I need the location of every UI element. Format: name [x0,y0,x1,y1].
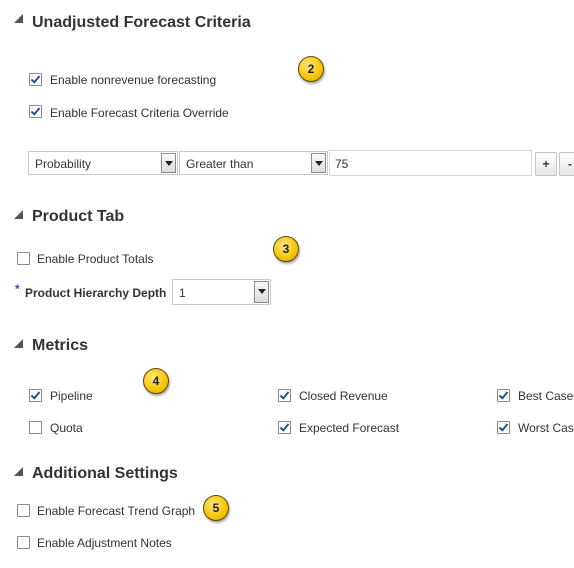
callout-badge-2: 2 [298,56,324,82]
chevron-down-icon[interactable] [161,153,176,173]
collapse-triangle-icon[interactable] [14,210,23,219]
metric-expected-forecast-checkbox[interactable] [278,421,291,434]
section-title-additional-settings: Additional Settings [32,465,178,482]
metric-worst-case-checkbox[interactable] [497,421,510,434]
enable-nonrevenue-checkbox[interactable] [29,73,42,86]
enable-adjustment-notes-checkbox[interactable] [17,536,30,549]
enable-override-checkbox[interactable] [29,105,42,118]
chevron-down-icon[interactable] [311,153,326,173]
criteria-operator-value: Greater than [186,157,254,171]
metric-pipeline-label: Pipeline [50,389,93,403]
hierarchy-depth-label: Product Hierarchy Depth [25,286,167,300]
collapse-triangle-icon[interactable] [14,339,23,348]
hierarchy-depth-value: 1 [179,286,186,300]
metric-best-case-checkbox[interactable] [497,389,510,402]
callout-badge-3: 3 [273,236,299,262]
criteria-value-text: 75 [335,157,349,171]
metric-best-case-label: Best Case [518,389,574,403]
remove-criteria-button[interactable]: - [559,152,574,176]
collapse-triangle-icon[interactable] [14,467,23,476]
metric-expected-forecast-label: Expected Forecast [299,421,400,435]
metric-closed-revenue-checkbox[interactable] [278,389,291,402]
enable-product-totals-checkbox[interactable] [17,252,30,265]
criteria-operator-select[interactable]: Greater than [179,151,328,175]
hierarchy-depth-select[interactable]: 1 [172,279,271,305]
metric-quota-label: Quota [50,421,83,435]
enable-product-totals-label: Enable Product Totals [37,252,154,266]
enable-override-label: Enable Forecast Criteria Override [50,106,229,120]
section-title-unadjusted: Unadjusted Forecast Criteria [32,14,251,31]
criteria-value-input[interactable]: 75 [329,150,532,176]
section-title-product-tab: Product Tab [32,208,125,225]
callout-badge-4: 4 [143,368,169,394]
chevron-down-icon[interactable] [254,281,269,303]
add-criteria-button[interactable]: + [535,152,557,176]
required-indicator: * [15,282,20,296]
criteria-field-value: Probability [35,157,92,171]
metric-worst-case-label: Worst Case [518,421,574,435]
enable-adjustment-notes-label: Enable Adjustment Notes [37,536,172,550]
collapse-triangle-icon[interactable] [14,14,23,23]
enable-trend-graph-label: Enable Forecast Trend Graph [37,504,196,518]
metric-closed-revenue-label: Closed Revenue [299,389,388,403]
metric-quota-checkbox[interactable] [29,421,42,434]
criteria-field-select[interactable]: Probability [28,151,178,175]
metric-pipeline-checkbox[interactable] [29,389,42,402]
enable-nonrevenue-label: Enable nonrevenue forecasting [50,73,217,87]
enable-trend-graph-checkbox[interactable] [17,504,30,517]
section-title-metrics: Metrics [32,337,89,354]
callout-badge-5: 5 [203,495,229,521]
